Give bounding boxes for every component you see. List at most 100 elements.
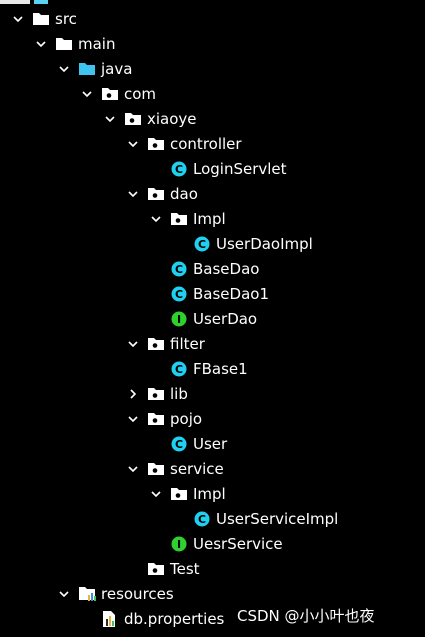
package-icon (147, 186, 165, 202)
chevron-down-icon[interactable] (125, 411, 141, 427)
class-icon: C (170, 361, 188, 377)
tree-row[interactable]: src (0, 6, 425, 31)
tree-row[interactable]: C User (0, 431, 425, 456)
tree-item-label: java (101, 59, 133, 78)
svg-text:C: C (198, 238, 206, 251)
tree-item-label: service (170, 459, 224, 478)
svg-text:C: C (175, 363, 183, 376)
tree-row[interactable]: I UserDao (0, 306, 425, 331)
watermark: CSDN @小小叶也夜 (237, 607, 375, 625)
package-icon (101, 86, 119, 102)
chevron-down-icon[interactable] (148, 486, 164, 502)
scrolled-icon-remnant (34, 0, 48, 4)
class-icon: C (170, 161, 188, 177)
tree-row[interactable]: C UserDaoImpl (0, 231, 425, 256)
resources-folder-icon (78, 586, 96, 602)
tree-row[interactable]: C LoginServlet (0, 156, 425, 181)
package-icon (147, 461, 165, 477)
chevron-down-icon[interactable] (56, 61, 72, 77)
tree-row[interactable]: filter (0, 331, 425, 356)
properties-file-icon (101, 610, 119, 627)
source-folder-icon (78, 61, 96, 77)
tree-row[interactable]: C BaseDao (0, 256, 425, 281)
chevron-down-icon[interactable] (125, 336, 141, 352)
svg-text:C: C (175, 438, 183, 451)
tree-row[interactable]: pojo (0, 406, 425, 431)
tree-item-label: Test (170, 559, 200, 578)
package-icon (124, 111, 142, 127)
tree-item-label: User (193, 434, 228, 453)
svg-text:I: I (177, 313, 181, 326)
tree-item-label: LoginServlet (193, 159, 287, 178)
tree-row[interactable]: dao (0, 181, 425, 206)
class-icon: C (193, 236, 211, 252)
chevron-down-icon[interactable] (79, 86, 95, 102)
package-icon (147, 336, 165, 352)
tree-row[interactable]: java (0, 56, 425, 81)
svg-text:C: C (198, 513, 206, 526)
tree-item-label: db.properties (124, 609, 225, 628)
tree-item-label: BaseDao1 (193, 284, 269, 303)
chevron-down-icon[interactable] (125, 461, 141, 477)
scrolled-row-remnant (0, 0, 30, 4)
interface-icon: I (170, 536, 188, 552)
folder-icon (32, 11, 50, 27)
tree-item-label: main (78, 34, 116, 53)
chevron-down-icon[interactable] (33, 36, 49, 52)
chevron-down-icon[interactable] (148, 211, 164, 227)
package-icon (147, 561, 165, 577)
tree-row[interactable]: controller (0, 131, 425, 156)
package-icon (170, 211, 188, 227)
tree-row[interactable]: C UserServiceImpl (0, 506, 425, 531)
tree-item-label: lib (170, 384, 188, 403)
chevron-down-icon[interactable] (125, 186, 141, 202)
tree-row[interactable]: lib (0, 381, 425, 406)
tree-item-label: com (124, 84, 157, 103)
tree-row[interactable]: C BaseDao1 (0, 281, 425, 306)
tree-row[interactable]: I UesrService (0, 531, 425, 556)
tree-row[interactable]: Impl (0, 206, 425, 231)
interface-icon: I (170, 311, 188, 327)
tree-row[interactable]: service (0, 456, 425, 481)
tree-item-label: resources (101, 584, 174, 603)
tree-row[interactable]: resources (0, 581, 425, 606)
tree-row[interactable]: com (0, 81, 425, 106)
tree-row[interactable]: xiaoye (0, 106, 425, 131)
class-icon: C (170, 286, 188, 302)
tree-item-label: src (55, 9, 77, 28)
tree-item-label: FBase1 (193, 359, 248, 378)
tree-item-label: filter (170, 334, 205, 353)
class-icon: C (170, 261, 188, 277)
svg-text:I: I (177, 538, 181, 551)
tree-item-label: dao (170, 184, 198, 203)
tree-item-label: Impl (193, 484, 226, 503)
tree-row[interactable]: main (0, 31, 425, 56)
tree-item-label: xiaoye (147, 109, 197, 128)
package-icon (147, 411, 165, 427)
tree-row[interactable]: Impl (0, 481, 425, 506)
tree-item-label: UserDao (193, 309, 258, 328)
tree-item-label: Impl (193, 209, 226, 228)
chevron-right-icon[interactable] (125, 386, 141, 402)
package-icon (147, 386, 165, 402)
class-icon: C (170, 436, 188, 452)
tree-item-label: BaseDao (193, 259, 260, 278)
chevron-down-icon[interactable] (125, 136, 141, 152)
tree-row[interactable]: Test (0, 556, 425, 581)
tree-item-label: UserServiceImpl (216, 509, 339, 528)
tree-row[interactable]: C FBase1 (0, 356, 425, 381)
chevron-down-icon[interactable] (102, 111, 118, 127)
chevron-down-icon[interactable] (10, 11, 26, 27)
package-icon (170, 486, 188, 502)
tree-item-label: pojo (170, 409, 203, 428)
chevron-down-icon[interactable] (56, 586, 72, 602)
svg-text:C: C (175, 288, 183, 301)
